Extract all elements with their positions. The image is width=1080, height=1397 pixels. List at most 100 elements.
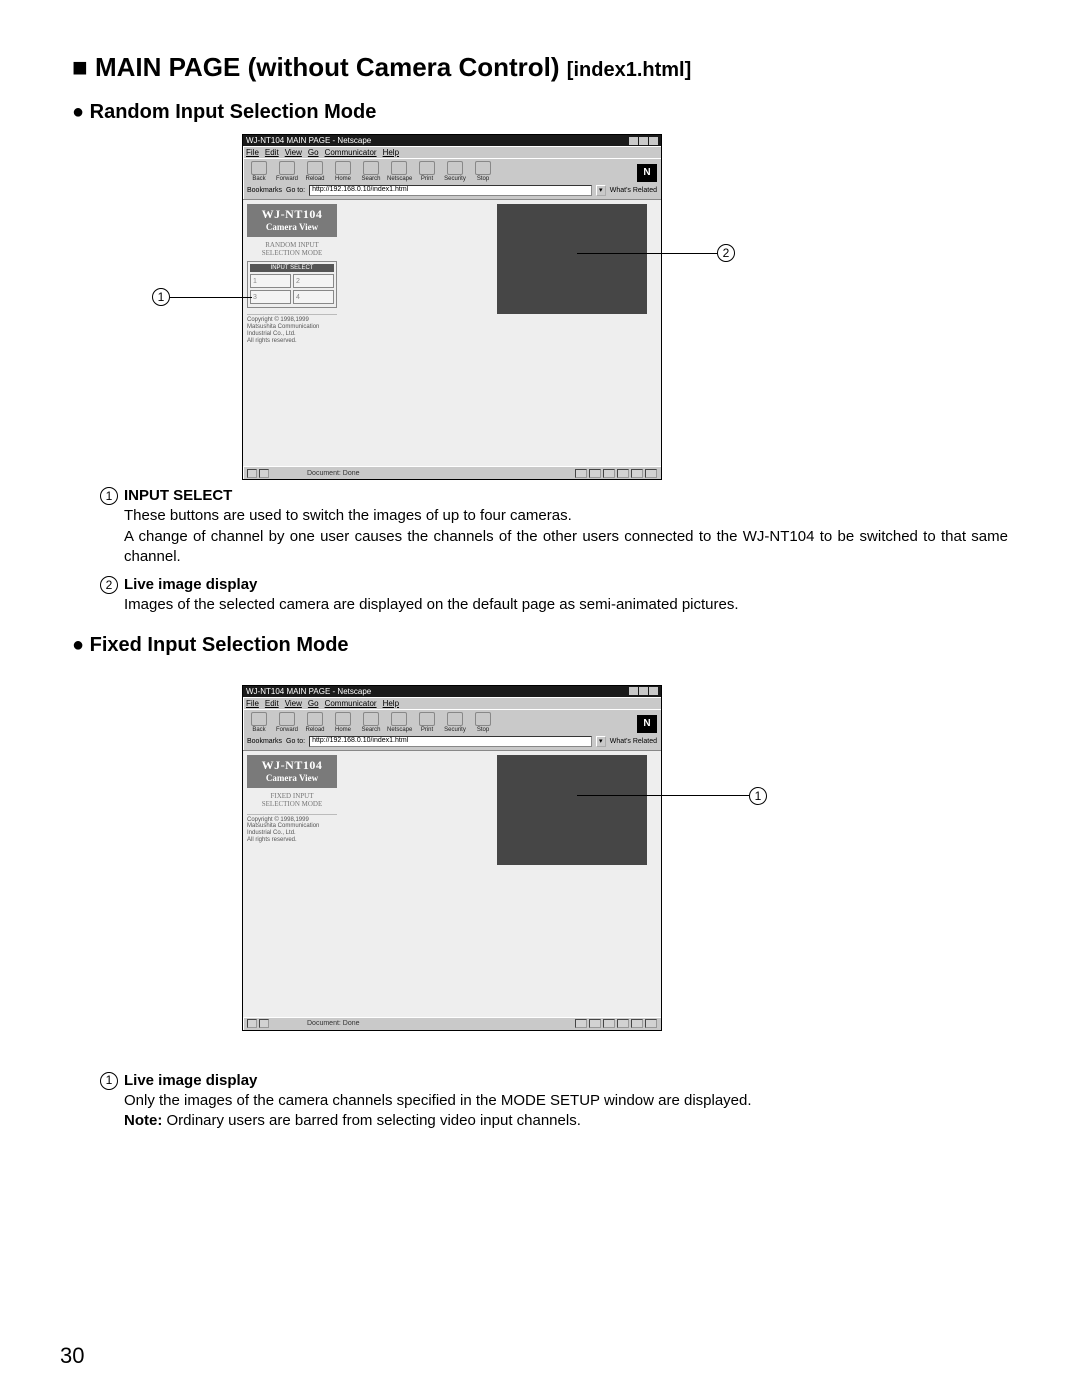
callout-line [577, 795, 749, 796]
status-tray-icon [603, 469, 615, 478]
browser-window-fixed: WJ-NT104 MAIN PAGE - Netscape File Edit … [242, 685, 662, 1031]
maximize-icon[interactable] [639, 137, 648, 145]
back-button[interactable]: Back [247, 161, 271, 182]
h1-file: [index1.html] [567, 59, 691, 81]
location-bar: Bookmarks Go to: http://192.168.0.10/ind… [243, 184, 661, 200]
netscape-icon [391, 712, 407, 726]
forward-button[interactable]: Forward [275, 712, 299, 733]
desc-item-2: 2 Live image display Images of the selec… [100, 575, 1008, 616]
status-tray-icon [631, 469, 643, 478]
search-button[interactable]: Search [359, 712, 383, 733]
security-icon [447, 712, 463, 726]
live-image-display [497, 755, 647, 865]
status-icon [247, 469, 257, 478]
location-input[interactable]: http://192.168.0.10/index1.html [309, 736, 592, 747]
menu-file[interactable]: File [246, 699, 259, 708]
browser-window-random: WJ-NT104 MAIN PAGE - Netscape File Edit … [242, 134, 662, 480]
forward-button[interactable]: Forward [275, 161, 299, 182]
screenshot-random-wrap: WJ-NT104 MAIN PAGE - Netscape File Edit … [72, 134, 1008, 468]
section-fixed-title: Fixed Input Selection Mode [72, 634, 1008, 657]
device-logo: WJ-NT104 Camera View [247, 755, 337, 788]
desc-text: Only the images of the camera channels s… [124, 1091, 1008, 1111]
forward-icon [279, 712, 295, 726]
desc-number: 1 [100, 487, 118, 505]
back-icon [251, 712, 267, 726]
window-buttons [629, 137, 658, 145]
minimize-icon[interactable] [629, 137, 638, 145]
print-button[interactable]: Print [415, 161, 439, 182]
page-title: MAIN PAGE (without Camera Control) [inde… [72, 52, 1008, 83]
home-button[interactable]: Home [331, 712, 355, 733]
security-button[interactable]: Security [443, 712, 467, 733]
location-input[interactable]: http://192.168.0.10/index1.html [309, 185, 592, 196]
input-select-title: INPUT SELECT [250, 264, 334, 272]
menu-edit[interactable]: Edit [265, 699, 279, 708]
bookmarks-button[interactable]: Bookmarks [247, 187, 282, 194]
copyright: Copyright © 1998,1999 Matsushita Communi… [247, 814, 337, 845]
desc-number: 1 [100, 1072, 118, 1090]
back-icon [251, 161, 267, 175]
home-icon [335, 712, 351, 726]
desc-text: Images of the selected camera are displa… [124, 595, 1008, 615]
whats-related-button[interactable]: What's Related [610, 187, 657, 194]
close-icon[interactable] [649, 687, 658, 695]
menubar: File Edit View Go Communicator Help [243, 146, 661, 158]
input-select-2[interactable]: 2 [293, 274, 334, 288]
stop-button[interactable]: Stop [471, 712, 495, 733]
status-tray-icon [645, 1019, 657, 1028]
toolbar: Back Forward Reload Home Search Netscape… [243, 158, 661, 184]
callout-number: 2 [717, 244, 735, 262]
mode-label: RANDOM INPUT SELECTION MODE [247, 241, 337, 257]
desc-title: Live image display [124, 1071, 1008, 1091]
status-tray-icon [617, 1019, 629, 1028]
search-icon [363, 161, 379, 175]
minimize-icon[interactable] [629, 687, 638, 695]
menu-file[interactable]: File [246, 148, 259, 157]
whats-related-button[interactable]: What's Related [610, 738, 657, 745]
stop-button[interactable]: Stop [471, 161, 495, 182]
status-tray-icon [617, 469, 629, 478]
copyright: Copyright © 1998,1999 Matsushita Communi… [247, 314, 337, 345]
forward-icon [279, 161, 295, 175]
input-select-1[interactable]: 1 [250, 274, 291, 288]
input-select-3[interactable]: 3 [250, 290, 291, 304]
window-titlebar: WJ-NT104 MAIN PAGE - Netscape [243, 135, 661, 146]
print-button[interactable]: Print [415, 712, 439, 733]
menu-help[interactable]: Help [383, 699, 399, 708]
reload-button[interactable]: Reload [303, 161, 327, 182]
reload-button[interactable]: Reload [303, 712, 327, 733]
desc-item-1: 1 INPUT SELECT These buttons are used to… [100, 486, 1008, 567]
netscape-button[interactable]: Netscape [387, 161, 411, 182]
location-dropdown-icon[interactable]: ▾ [596, 736, 606, 747]
menu-communicator[interactable]: Communicator [325, 699, 377, 708]
desc-title: Live image display [124, 575, 1008, 595]
bookmarks-button[interactable]: Bookmarks [247, 738, 282, 745]
search-button[interactable]: Search [359, 161, 383, 182]
back-button[interactable]: Back [247, 712, 271, 733]
window-title: WJ-NT104 MAIN PAGE - Netscape [246, 687, 371, 696]
security-button[interactable]: Security [443, 161, 467, 182]
menu-go[interactable]: Go [308, 699, 319, 708]
status-tray-icon [575, 469, 587, 478]
status-tray-icon [589, 469, 601, 478]
location-dropdown-icon[interactable]: ▾ [596, 185, 606, 196]
page-number: 30 [60, 1343, 84, 1369]
maximize-icon[interactable] [639, 687, 648, 695]
menu-communicator[interactable]: Communicator [325, 148, 377, 157]
menu-view[interactable]: View [285, 699, 302, 708]
status-text: Document: Done [307, 1020, 575, 1027]
window-title: WJ-NT104 MAIN PAGE - Netscape [246, 136, 371, 145]
status-text: Document: Done [307, 470, 575, 477]
search-icon [363, 712, 379, 726]
menu-edit[interactable]: Edit [265, 148, 279, 157]
home-button[interactable]: Home [331, 161, 355, 182]
close-icon[interactable] [649, 137, 658, 145]
menu-view[interactable]: View [285, 148, 302, 157]
callout-line [170, 297, 252, 298]
netscape-button[interactable]: Netscape [387, 712, 411, 733]
menu-go[interactable]: Go [308, 148, 319, 157]
menu-help[interactable]: Help [383, 148, 399, 157]
status-tray-icon [575, 1019, 587, 1028]
input-select-4[interactable]: 4 [293, 290, 334, 304]
stop-icon [475, 712, 491, 726]
